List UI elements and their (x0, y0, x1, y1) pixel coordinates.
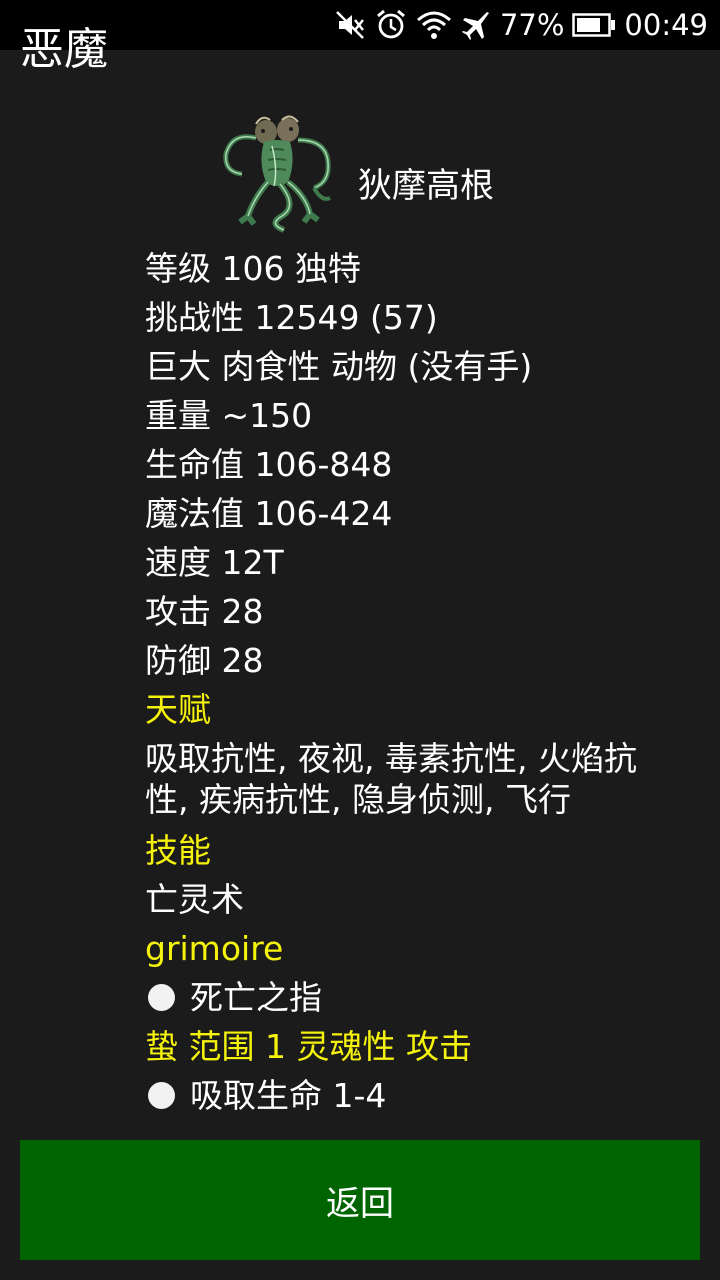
attack-effect: 吸取生命 1-4 (190, 1076, 387, 1115)
talents-heading: 天赋 (145, 690, 211, 729)
skills-heading: 技能 (145, 831, 211, 870)
attack-effect-item: 吸取生命 1-4 (145, 1071, 675, 1120)
screen: 77% 00:49 恶魔 狄摩高根 等级 106 独特 挑战性 12549 (5… (0, 0, 720, 1280)
monster-details: 等级 106 独特 挑战性 12549 (57) 巨大 肉食性 动物 (没有手)… (145, 244, 675, 1120)
status-bar: 77% 00:49 (0, 0, 720, 50)
page-title: 恶魔 (20, 24, 108, 75)
attack-line: 攻击 28 (145, 592, 264, 631)
size-line: 巨大 肉食性 动物 (没有手) (145, 347, 533, 386)
monster-name: 狄摩高根 (358, 166, 494, 206)
clock-time: 00:49 (624, 8, 708, 42)
hp-line: 生命值 106-848 (145, 445, 393, 484)
weight-line: 重量 ~150 (145, 396, 313, 435)
status-icons: 77% 00:49 (334, 0, 708, 50)
mp-line: 魔法值 106-424 (145, 494, 393, 533)
bullet-icon (148, 1082, 175, 1109)
monster-portrait-icon (218, 110, 340, 236)
grimoire-heading: grimoire (145, 929, 284, 968)
mute-icon (334, 9, 366, 41)
spell-name: 死亡之指 (190, 978, 322, 1017)
wifi-icon (416, 9, 452, 41)
spell-item: 死亡之指 (145, 973, 675, 1022)
back-button[interactable]: 返回 (20, 1140, 700, 1260)
skills-list: 亡灵术 (145, 880, 244, 919)
airplane-icon (460, 9, 492, 41)
challenge-line: 挑战性 12549 (57) (145, 298, 438, 337)
battery-icon (572, 12, 616, 38)
level-line: 等级 106 独特 (145, 249, 361, 288)
defense-line: 防御 28 (145, 641, 264, 680)
talents-list: 吸取抗性, 夜视, 毒素抗性, 火焰抗性, 疾病抗性, 隐身侦测, 飞行 (145, 739, 637, 819)
battery-percent: 77% (499, 8, 565, 42)
alarm-icon (374, 8, 408, 42)
attack-heading: 蛰 范围 1 灵魂性 攻击 (145, 1027, 472, 1066)
speed-line: 速度 12T (145, 543, 284, 582)
bullet-icon (148, 984, 175, 1011)
